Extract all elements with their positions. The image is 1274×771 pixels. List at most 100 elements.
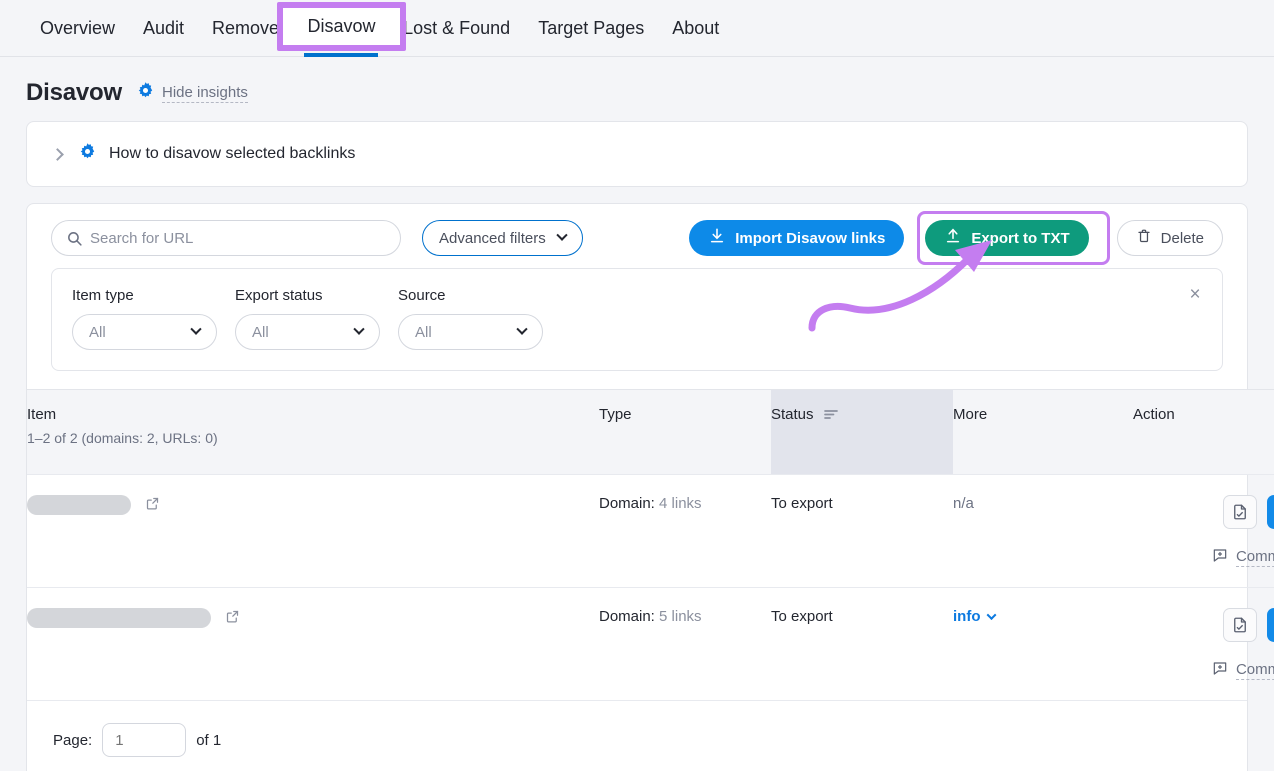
nav-tab-label: Overview [40,18,115,38]
column-header-type-label: Type [599,406,632,423]
comment-plus-icon [1212,547,1228,567]
page-total: of 1 [196,732,221,749]
page-number-input[interactable] [102,723,186,757]
document-check-icon[interactable] [1223,608,1257,642]
export-to-txt-button[interactable]: Export to TXT [925,220,1088,256]
table-body: Domain: 4 links To export n/a [27,475,1274,701]
cell-type-prefix: Domain: [599,495,655,512]
redacted-domain [27,608,211,628]
nav-tab-label: Disavow [307,18,375,38]
nav-tab-label: Audit [143,18,184,38]
comment-action[interactable]: Comment [1133,660,1274,680]
column-header-item[interactable]: Item 1–2 of 2 (domains: 2, URLs: 0) [27,390,599,475]
cell-action: Comment [1133,588,1274,701]
source-select[interactable]: All [398,314,543,350]
filter-item-type: Item type All [72,287,217,350]
page-label: Page: [53,732,92,749]
nav-tab-remove[interactable]: Remove [198,0,293,57]
disavow-table-card: Advanced filters Import Disavow links [26,203,1248,771]
export-status-value: All [252,324,269,341]
cell-status: To export [771,588,953,701]
column-header-action: Action [1133,390,1274,475]
how-to-insights-card: How to disavow selected backlinks [26,121,1248,187]
chevron-down-icon [986,610,996,620]
hide-insights-toggle[interactable]: Hide insights [136,81,248,105]
cell-type: Domain: 5 links [599,588,771,701]
nav-tab-audit[interactable]: Audit [129,0,198,57]
row-action-buttons [1133,608,1274,642]
nav-tab-target-pages[interactable]: Target Pages [524,0,658,57]
chevron-down-icon [353,324,364,335]
send-icon[interactable] [1267,495,1274,529]
trash-icon [1136,228,1152,248]
cell-item [27,475,599,588]
cell-more: n/a [953,475,1133,588]
how-to-label: How to disavow selected backlinks [109,145,355,163]
comment-action[interactable]: Comment [1133,547,1274,567]
redacted-domain [27,495,131,515]
advanced-filters-button[interactable]: Advanced filters [422,220,583,256]
gear-icon [136,81,155,105]
nav-tab-label: About [672,18,719,38]
nav-tab-disavow[interactable]: Disavow [293,0,389,57]
item-type-select[interactable]: All [72,314,217,350]
filter-label: Item type [72,287,217,304]
column-header-more[interactable]: More [953,390,1133,475]
comment-label: Comment [1236,548,1274,567]
column-header-type[interactable]: Type [599,390,771,475]
upload-icon [944,227,962,249]
table-head: Item 1–2 of 2 (domains: 2, URLs: 0) Type… [27,390,1274,475]
nav-tab-label: Target Pages [538,18,644,38]
chevron-right-icon [51,148,64,161]
delete-button[interactable]: Delete [1117,220,1223,256]
search-url-box[interactable] [51,220,401,256]
more-info-link[interactable]: info [953,608,995,625]
document-check-icon[interactable] [1223,495,1257,529]
export-status-select[interactable]: All [235,314,380,350]
table-row: Domain: 4 links To export n/a [27,475,1274,588]
advanced-filters-panel: Item type All Export status All Source A… [51,268,1223,371]
chevron-down-icon [516,324,527,335]
pagination: Page: of 1 [27,700,1247,771]
filter-source: Source All [398,287,543,350]
search-input[interactable] [90,230,400,247]
page-header: Disavow Hide insights [0,57,1274,121]
close-filters-icon[interactable]: × [1182,281,1208,307]
advanced-filters-label: Advanced filters [439,230,546,247]
hide-insights-label: Hide insights [162,84,248,103]
delete-button-wrapper: Delete [1117,220,1223,256]
send-icon[interactable] [1267,608,1274,642]
cell-type-value: 4 links [659,495,702,512]
table-toolbar: Advanced filters Import Disavow links [27,204,1247,256]
column-header-status[interactable]: Status [771,390,953,475]
nav-tab-label: Lost & Found [403,18,510,38]
item-type-value: All [89,324,106,341]
table-result-count: 1–2 of 2 (domains: 2, URLs: 0) [27,430,599,446]
source-value: All [415,324,432,341]
nav-tab-label: Remove [212,18,279,38]
sort-icon [824,407,838,424]
cell-item [27,588,599,701]
nav-tab-overview[interactable]: Overview [26,0,129,57]
cell-more: info [953,588,1133,701]
nav-tab-lost-and-found[interactable]: Lost & Found [389,0,524,57]
cell-type-prefix: Domain: [599,608,655,625]
nav-tab-about[interactable]: About [658,0,733,57]
comment-plus-icon [1212,660,1228,680]
chevron-down-icon [190,324,201,335]
table-row: Domain: 5 links To export info [27,588,1274,701]
gear-icon [78,142,97,166]
cell-type-value: 5 links [659,608,702,625]
search-icon [66,230,83,247]
how-to-disavow-row[interactable]: How to disavow selected backlinks [27,122,1247,186]
table-header-row: Item 1–2 of 2 (domains: 2, URLs: 0) Type… [27,390,1274,475]
download-icon [708,227,726,249]
filter-label: Source [398,287,543,304]
external-link-icon[interactable] [225,611,240,628]
external-link-icon[interactable] [145,498,160,515]
import-disavow-links-button[interactable]: Import Disavow links [689,220,904,256]
disavow-table: Item 1–2 of 2 (domains: 2, URLs: 0) Type… [27,389,1274,700]
column-header-more-label: More [953,406,987,423]
chevron-down-icon [556,230,567,241]
page-title: Disavow [26,79,122,107]
